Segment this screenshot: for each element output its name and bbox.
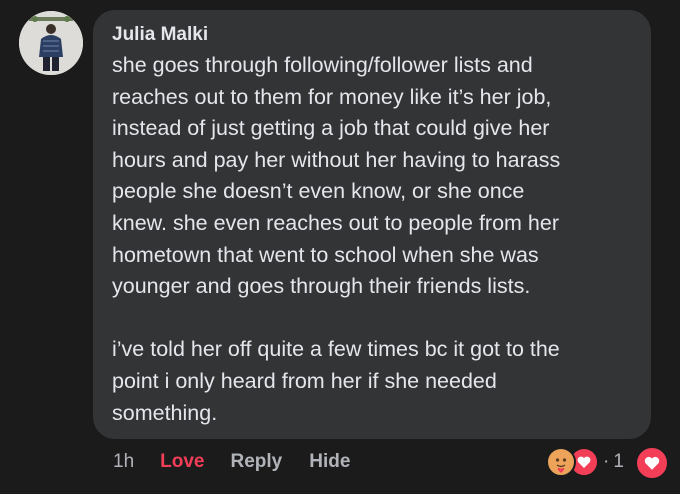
reaction-summary[interactable]: · 1 [546, 447, 624, 477]
comment-line: reaches out to them for money like it’s … [112, 84, 552, 109]
love-button[interactable]: Love [160, 451, 204, 473]
care-face-icon [546, 447, 576, 477]
comment-timestamp[interactable]: 1h [113, 451, 134, 473]
heart-icon [644, 456, 660, 470]
reply-button[interactable]: Reply [231, 451, 283, 473]
comment-line: younger and goes through their friends l… [112, 274, 531, 299]
comment-line: instead of just getting a job that could… [112, 116, 550, 141]
comment-line: hours and pay her without her having to … [112, 147, 561, 172]
comment-line: point i only heard from her if she neede… [112, 368, 497, 393]
comment-line: hometown that went to school when she wa… [112, 242, 539, 267]
comment-actions: 1h Love Reply Hide [113, 450, 350, 474]
comment-author[interactable]: Julia Malki [112, 22, 633, 48]
comment-bubble: Julia Malki she goes through following/f… [93, 10, 651, 439]
comment-body: she goes through following/follower list… [112, 50, 633, 429]
comment-line: i’ve told her off quite a few times bc i… [112, 337, 560, 362]
reaction-separator: · [603, 451, 610, 472]
comment-line: something. [112, 400, 218, 425]
reaction-count: 1 [613, 451, 624, 472]
love-reaction-button[interactable] [635, 446, 669, 480]
comment-line: people she doesn’t even know, or she onc… [112, 179, 525, 204]
avatar-photo [19, 11, 83, 75]
comment-line: she goes through following/follower list… [112, 53, 533, 77]
avatar[interactable] [19, 11, 83, 75]
comment-line: knew. she even reaches out to people fro… [112, 210, 559, 235]
hide-button[interactable]: Hide [309, 451, 350, 473]
